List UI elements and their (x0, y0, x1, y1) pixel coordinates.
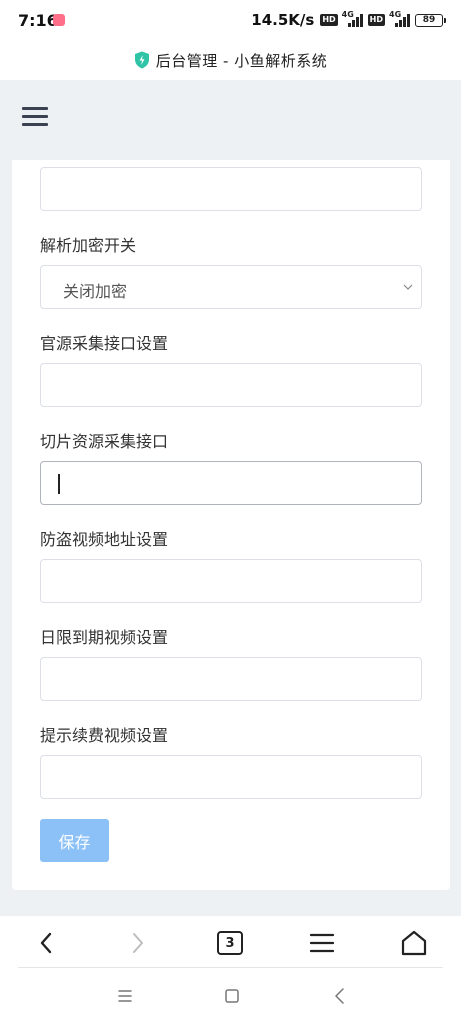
hamburger-menu-button[interactable] (22, 107, 48, 127)
home-icon[interactable] (398, 927, 430, 959)
home-nav-icon[interactable] (222, 986, 242, 1006)
tabs-icon[interactable]: 3 (214, 927, 246, 959)
slice-source-api-input[interactable] (40, 461, 422, 505)
field-label-slice-source: 切片资源采集接口 (40, 432, 169, 451)
recents-icon[interactable] (115, 986, 135, 1006)
network-speed: 14.5K/s (251, 11, 315, 29)
chevron-down-icon (403, 284, 413, 290)
forward-icon[interactable] (122, 927, 154, 959)
battery-icon: 89 (415, 13, 446, 27)
back-icon[interactable] (30, 927, 62, 959)
field-label-official-source: 官源采集接口设置 (40, 334, 169, 353)
tab-count: 3 (217, 931, 243, 955)
notification-app-icon (53, 14, 65, 26)
status-bar: 7:16 14.5K/s HD 4G HD 4G 89 (0, 0, 461, 40)
field-label-encryption: 解析加密开关 (40, 236, 137, 255)
status-indicators: 14.5K/s HD 4G HD 4G 89 (251, 10, 446, 30)
hd-badge-2: HD (367, 14, 385, 26)
status-time: 7:16 (18, 11, 58, 30)
encryption-select-value: 关闭加密 (63, 282, 128, 301)
toolbar-divider (18, 967, 443, 968)
signal-icon: 4G (342, 10, 364, 27)
field-label-daily-limit: 日限到期视频设置 (40, 628, 169, 647)
field-label-renewal: 提示续费视频设置 (40, 726, 169, 745)
anti-theft-video-input[interactable] (40, 559, 422, 603)
hd-badge: HD (320, 14, 338, 26)
text-input-top[interactable] (40, 167, 422, 211)
save-button[interactable]: 保存 (40, 819, 109, 862)
page-title: 后台管理 - 小鱼解析系统 (155, 51, 328, 70)
signal-icon-2: 4G (389, 10, 411, 27)
field-label-anti-theft: 防盗视频地址设置 (40, 530, 169, 549)
daily-limit-video-input[interactable] (40, 657, 422, 701)
renewal-video-input[interactable] (40, 755, 422, 799)
menu-icon[interactable] (306, 927, 338, 959)
page-title-bar: 后台管理 - 小鱼解析系统 (0, 40, 461, 80)
shield-icon (134, 51, 149, 69)
back-nav-icon[interactable] (330, 986, 350, 1006)
official-source-api-input[interactable] (40, 363, 422, 407)
text-caret (58, 474, 60, 494)
encryption-select[interactable]: 关闭加密 (40, 265, 422, 309)
